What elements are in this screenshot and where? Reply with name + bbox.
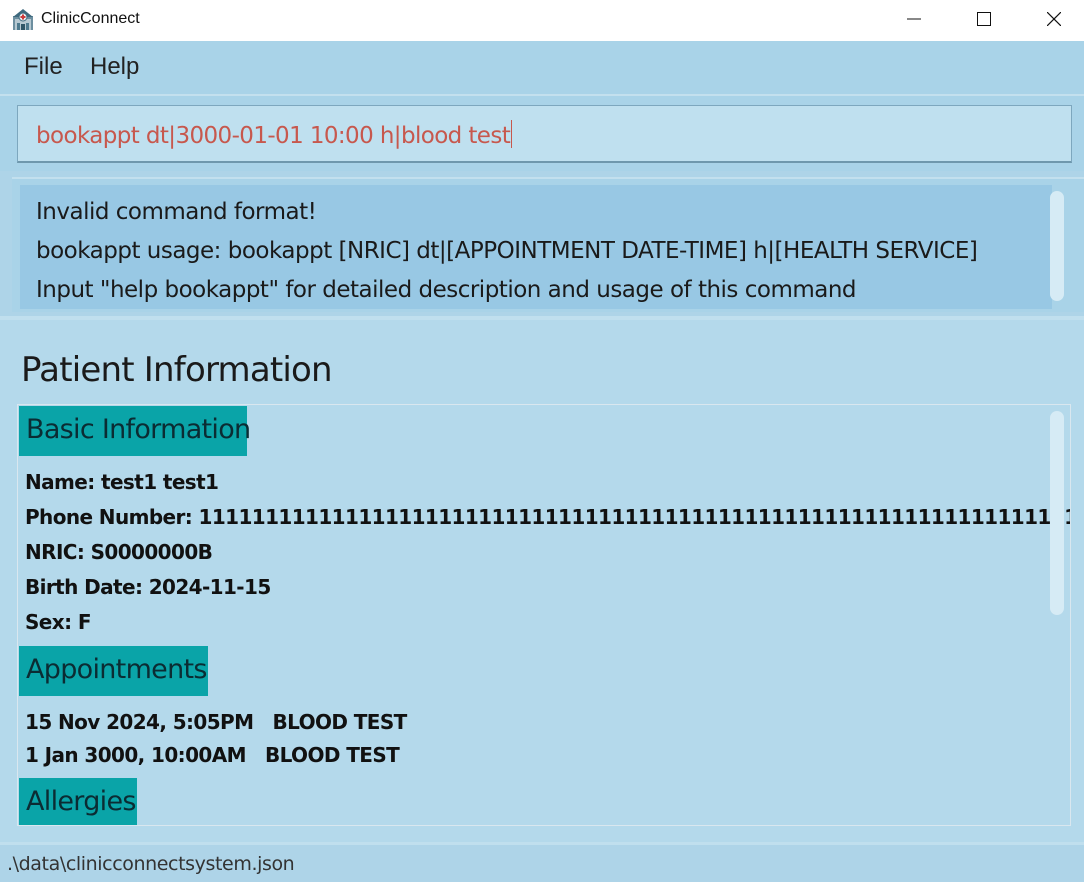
menu-bar: File Help — [0, 41, 1084, 94]
appointment-item: 15 Nov 2024, 5:05PM BLOOD TEST — [25, 710, 407, 734]
patient-phone-number: Phone Number: 11111111111111111111111111… — [25, 505, 1070, 529]
result-scrollbar[interactable] — [1050, 191, 1064, 301]
close-button[interactable] — [1025, 0, 1083, 41]
page-title: Patient Information — [21, 350, 333, 390]
close-icon — [1047, 12, 1061, 26]
command-input[interactable]: bookappt dt|3000-01-01 10:00 h|blood tes… — [17, 105, 1072, 163]
patient-info-list[interactable]: Basic Information Name: test1 test1 Phon… — [17, 404, 1071, 826]
patient-info-panel: Patient Information Basic Information Na… — [0, 320, 1084, 842]
result-line-usage: bookappt usage: bookappt [NRIC] dt|[APPO… — [36, 238, 978, 264]
section-header-basic-information: Basic Information — [19, 406, 251, 456]
title-bar: ClinicConnect — [0, 0, 1084, 41]
command-box-container: bookappt dt|3000-01-01 10:00 h|blood tes… — [0, 94, 1084, 171]
clinic-app-icon — [13, 9, 33, 30]
patient-sex: Sex: F — [25, 610, 92, 634]
text-caret — [511, 120, 513, 148]
menu-help[interactable]: Help — [90, 53, 139, 81]
result-display[interactable]: Invalid command format! bookappt usage: … — [20, 185, 1052, 309]
result-line-help-hint: Input "help bookappt" for detailed descr… — [36, 277, 857, 303]
data-file-path: .\data\clinicconnectsystem.json — [7, 853, 295, 875]
patient-birth-date: Birth Date: 2024-11-15 — [25, 575, 271, 599]
patient-name: Name: test1 test1 — [25, 470, 219, 494]
patient-info-scrollbar[interactable] — [1050, 411, 1064, 615]
command-input-text: bookappt dt|3000-01-01 10:00 h|blood tes… — [36, 123, 511, 149]
result-line-error: Invalid command format! — [36, 199, 317, 225]
status-bar: .\data\clinicconnectsystem.json — [0, 845, 1084, 882]
maximize-icon — [977, 12, 991, 26]
section-header-allergies: Allergies — [19, 778, 137, 825]
minimize-button[interactable] — [885, 0, 943, 41]
maximize-button[interactable] — [955, 0, 1013, 41]
section-header-appointments: Appointments — [19, 646, 208, 696]
menu-file[interactable]: File — [24, 53, 63, 81]
window-title: ClinicConnect — [41, 10, 140, 27]
result-display-container: Invalid command format! bookappt usage: … — [12, 177, 1084, 312]
minimize-icon — [907, 18, 921, 20]
appointment-item: 1 Jan 3000, 10:00AM BLOOD TEST — [25, 743, 400, 767]
patient-nric: NRIC: S0000000B — [25, 540, 213, 564]
